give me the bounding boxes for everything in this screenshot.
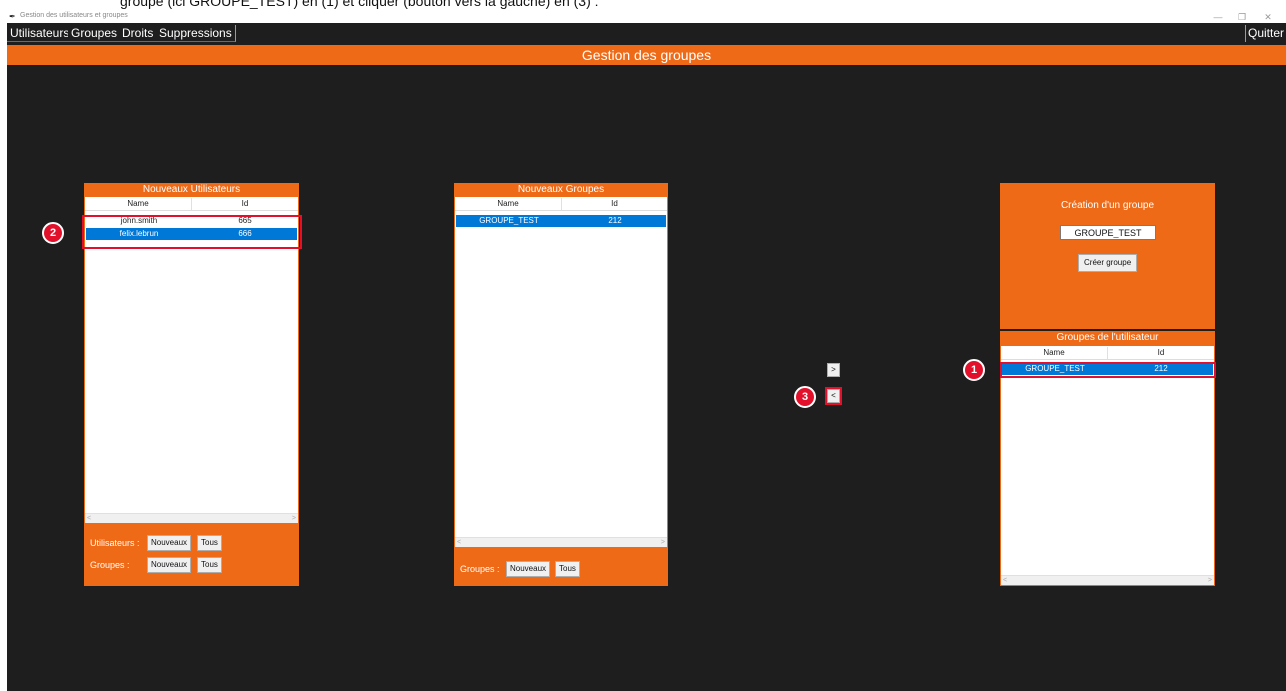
create-group-title: Création d'un groupe — [1060, 200, 1155, 211]
list-header: Name Id — [85, 197, 298, 211]
feather-app-icon: ✒ — [9, 12, 16, 21]
create-group-panel: Création d'un groupe Créer groupe — [1000, 183, 1215, 329]
column-header-id[interactable]: Id — [562, 197, 667, 211]
new-groups-panel: Nouveaux Groupes Name Id GROUPE_TEST 212… — [454, 183, 668, 586]
user-groups-list[interactable]: Name Id GROUPE_TEST 212 < > — [1001, 346, 1214, 585]
annotation-badge-2: 2 — [42, 222, 64, 244]
column-header-name[interactable]: Name — [455, 197, 561, 211]
groups-all-button[interactable]: Tous — [555, 561, 580, 577]
scroll-right-icon[interactable]: > — [1208, 576, 1212, 585]
close-icon[interactable]: ✕ — [1259, 11, 1277, 23]
scroll-left-icon[interactable]: < — [87, 514, 91, 523]
horizontal-scrollbar[interactable]: < > — [455, 537, 667, 547]
list-header: Name Id — [455, 197, 667, 211]
minimize-icon[interactable]: — — [1209, 11, 1227, 23]
add-to-user-groups-button[interactable]: > — [827, 363, 840, 377]
menu-groups[interactable]: Groupes — [68, 25, 122, 42]
users-all-button[interactable]: Tous — [197, 535, 222, 551]
users-filter-label: Utilisateurs : — [90, 538, 140, 548]
annotation-highlight-3 — [825, 387, 842, 405]
scroll-right-icon[interactable]: > — [661, 538, 665, 547]
new-users-panel-title: Nouveaux Utilisateurs — [142, 184, 241, 195]
menu-users[interactable]: Utilisateurs — [7, 25, 74, 42]
annotation-highlight-2 — [82, 215, 302, 249]
column-header-name[interactable]: Name — [85, 197, 191, 211]
column-header-name[interactable]: Name — [1001, 346, 1107, 360]
group-name-input[interactable] — [1060, 225, 1156, 240]
list-header: Name Id — [1001, 346, 1214, 360]
groups-filter-label: Groupes : — [90, 560, 130, 570]
users-new-button[interactable]: Nouveaux — [147, 535, 192, 551]
groups-filter-label: Groupes : — [460, 564, 500, 574]
horizontal-scrollbar[interactable]: < > — [85, 513, 298, 523]
horizontal-scrollbar[interactable]: < > — [1001, 575, 1214, 585]
page-title: Gestion des groupes — [7, 45, 1286, 65]
menu-deletions[interactable]: Suppressions — [156, 25, 236, 42]
new-groups-list[interactable]: Name Id GROUPE_TEST 212 < > — [455, 197, 667, 547]
annotation-badge-3: 3 — [794, 386, 816, 408]
maximize-icon[interactable]: ❐ — [1233, 11, 1251, 23]
scroll-left-icon[interactable]: < — [1003, 576, 1007, 585]
user-groups-panel-title: Groupes de l'utilisateur — [1056, 332, 1159, 343]
new-groups-panel-title: Nouveaux Groupes — [517, 184, 605, 195]
group-name-cell: GROUPE_TEST — [479, 216, 539, 225]
groups-new-button[interactable]: Nouveaux — [506, 561, 551, 577]
group-id-cell: 212 — [608, 216, 622, 225]
window-titlebar: ✒ Gestion des utilisateurs et groupes — … — [7, 11, 1286, 23]
menu-bar: Utilisateurs Groupes Droits Suppressions… — [7, 23, 1286, 44]
annotation-badge-1: 1 — [963, 359, 985, 381]
document-caption-text: groupe (ici GROUPE_TEST) en (1) et cliqu… — [120, 0, 599, 9]
document-caption-strip: groupe (ici GROUPE_TEST) en (1) et cliqu… — [0, 0, 1286, 11]
app-window: ✒ Gestion des utilisateurs et groupes — … — [7, 11, 1286, 691]
groups-all-button[interactable]: Tous — [197, 557, 222, 573]
scroll-right-icon[interactable]: > — [292, 514, 296, 523]
column-header-id[interactable]: Id — [192, 197, 298, 211]
groups-new-button[interactable]: Nouveaux — [147, 557, 192, 573]
window-title: Gestion des utilisateurs et groupes — [20, 12, 128, 19]
menu-rights[interactable]: Droits — [119, 25, 158, 42]
column-header-id[interactable]: Id — [1108, 346, 1214, 360]
quit-button[interactable]: Quitter — [1244, 25, 1286, 42]
create-group-button[interactable]: Créer groupe — [1078, 254, 1138, 272]
scroll-left-icon[interactable]: < — [457, 538, 461, 547]
group-row-groupe-test[interactable]: GROUPE_TEST 212 — [456, 215, 666, 227]
annotation-highlight-1 — [1000, 362, 1216, 378]
